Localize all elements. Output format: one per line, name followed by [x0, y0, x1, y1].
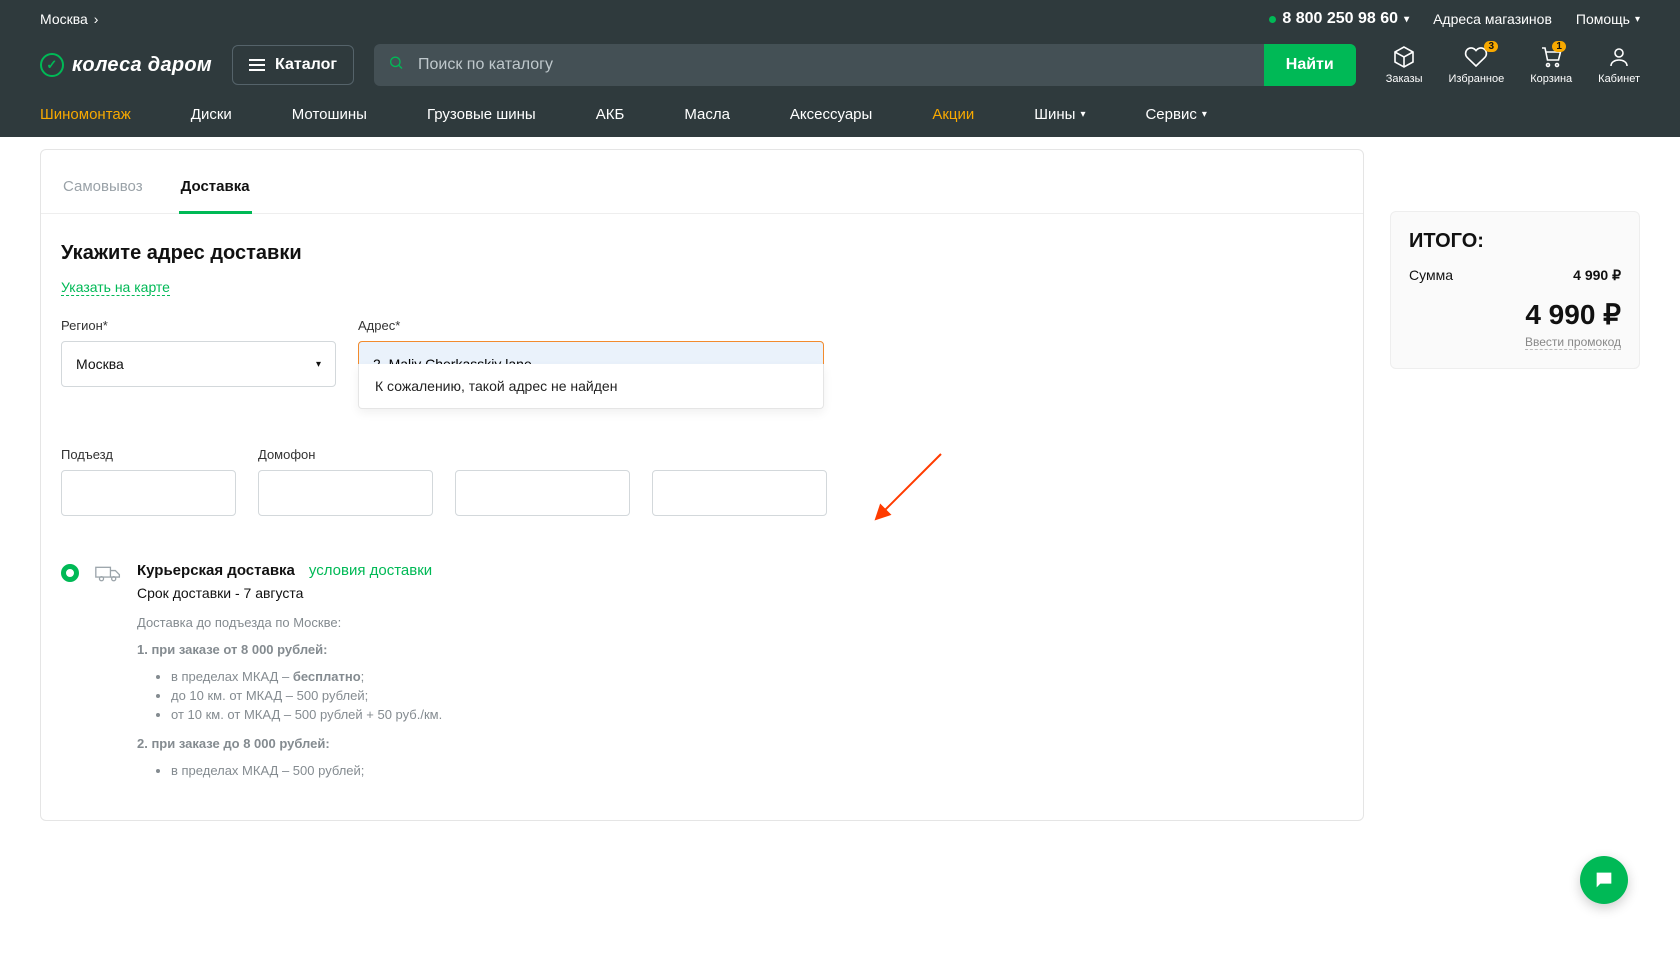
phone-link[interactable]: 8 800 250 98 60 ▾ — [1269, 10, 1409, 28]
status-dot-icon — [1269, 16, 1276, 23]
stores-link[interactable]: Адреса магазинов — [1433, 11, 1552, 27]
section-heading: Укажите адрес доставки — [61, 242, 1343, 265]
chevron-down-icon: ▾ — [1635, 14, 1640, 25]
nav-tiremount[interactable]: Шиномонтаж — [40, 106, 131, 123]
orders-link[interactable]: Заказы — [1386, 45, 1423, 85]
cart-badge: 1 — [1552, 41, 1566, 52]
chevron-down-icon: ▾ — [1080, 109, 1085, 120]
profile-link[interactable]: Кабинет — [1598, 45, 1640, 85]
region-select[interactable]: Москва ▾ — [61, 341, 336, 387]
nav-moto[interactable]: Мотошины — [292, 106, 367, 123]
logo-icon: ✓ — [40, 53, 64, 77]
cart-link[interactable]: 1 Корзина — [1530, 45, 1572, 85]
chevron-down-icon: ▾ — [316, 359, 321, 370]
user-icon — [1607, 45, 1631, 69]
logo-text: колеса даром — [72, 54, 212, 77]
help-link[interactable]: Помощь ▾ — [1576, 11, 1640, 27]
delivery-terms-link[interactable]: условия доставки — [309, 562, 432, 579]
city-name: Москва — [40, 11, 88, 27]
nav-truck[interactable]: Грузовые шины — [427, 106, 536, 123]
delivery-terms-text: Доставка до подъезда по Москве: 1. при з… — [137, 615, 1343, 778]
entrance-input[interactable] — [61, 470, 236, 516]
search-icon — [388, 55, 404, 76]
chevron-down-icon: ▾ — [1202, 109, 1207, 120]
chat-button[interactable] — [1580, 856, 1628, 904]
intercom-label: Домофон — [258, 447, 433, 462]
entrance-label: Подъезд — [61, 447, 236, 462]
intercom-input[interactable] — [258, 470, 433, 516]
nav-akb[interactable]: АКБ — [596, 106, 625, 123]
region-label: Регион* — [61, 318, 336, 333]
nav-tires[interactable]: Шины ▾ — [1034, 106, 1085, 123]
chevron-down-icon: ▾ — [1404, 14, 1409, 25]
delivery-date: Срок доставки - 7 августа — [137, 585, 1343, 601]
chat-icon — [1593, 869, 1615, 891]
nav-actions[interactable]: Акции — [932, 106, 974, 123]
phone-number: 8 800 250 98 60 — [1282, 10, 1398, 28]
delivery-method-title: Курьерская доставка — [137, 562, 295, 579]
nav-oils[interactable]: Масла — [684, 106, 730, 123]
burger-icon — [249, 59, 265, 71]
promo-link[interactable]: Ввести промокод — [1525, 335, 1621, 350]
box-icon — [1392, 45, 1416, 69]
summary-sum-value: 4 990 ₽ — [1573, 267, 1621, 284]
summary-title: ИТОГО: — [1409, 230, 1621, 253]
floor-input[interactable] — [455, 470, 630, 516]
delivery-radio[interactable] — [61, 564, 79, 582]
nav-wheels[interactable]: Диски — [191, 106, 232, 123]
map-link[interactable]: Указать на карте — [61, 279, 170, 296]
summary-total: 4 990 ₽ — [1409, 298, 1621, 331]
favorites-badge: 3 — [1484, 41, 1498, 52]
search-input[interactable] — [374, 44, 1264, 86]
logo[interactable]: ✓ колеса даром — [40, 53, 212, 77]
address-label: Адрес* — [358, 318, 824, 333]
order-summary: ИТОГО: Сумма 4 990 ₽ 4 990 ₽ Ввести пром… — [1390, 211, 1640, 369]
city-selector[interactable]: Москва › — [40, 11, 98, 27]
search-button[interactable]: Найти — [1264, 44, 1356, 86]
summary-sum-label: Сумма — [1409, 267, 1453, 284]
catalog-button[interactable]: Каталог — [232, 45, 354, 85]
truck-icon — [95, 563, 121, 583]
tab-pickup[interactable]: Самовывоз — [61, 168, 145, 213]
nav-accessories[interactable]: Аксессуары — [790, 106, 872, 123]
address-dropdown: К сожалению, такой адрес не найден — [358, 364, 824, 409]
tab-delivery[interactable]: Доставка — [179, 168, 252, 213]
nav-service[interactable]: Сервис ▾ — [1145, 106, 1206, 123]
favorites-link[interactable]: 3 Избранное — [1449, 45, 1505, 85]
chevron-right-icon: › — [94, 11, 99, 27]
address-not-found-message: К сожалению, такой адрес не найден — [375, 378, 617, 394]
apartment-input[interactable] — [652, 470, 827, 516]
